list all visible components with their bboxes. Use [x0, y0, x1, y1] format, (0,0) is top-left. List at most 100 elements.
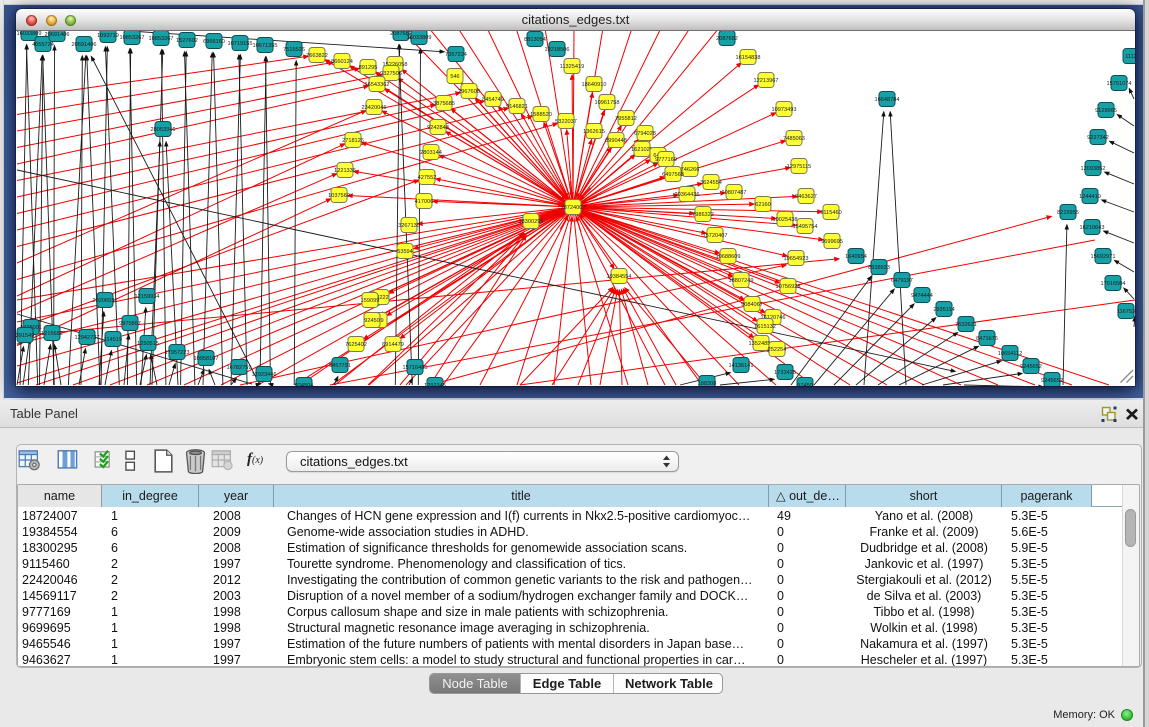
svg-text:9084067: 9084067	[741, 302, 763, 308]
svg-text:1640954: 1640954	[845, 254, 867, 260]
svg-text:8990448: 8990448	[605, 138, 627, 144]
svg-text:15751074: 15751074	[1107, 81, 1132, 87]
svg-text:1244419: 1244419	[1079, 194, 1101, 200]
svg-text:18807249: 18807249	[729, 278, 754, 284]
svg-text:19654923: 19654923	[784, 256, 809, 262]
svg-text:6966160: 6966160	[203, 39, 225, 45]
svg-text:10961758: 10961758	[595, 100, 620, 106]
svg-text:15692971: 15692971	[1091, 254, 1116, 260]
svg-text:1292345: 1292345	[424, 383, 446, 386]
svg-text:391549: 391549	[16, 333, 34, 339]
svg-text:16154838: 16154838	[736, 55, 761, 61]
svg-text:18724007: 18724007	[561, 205, 586, 211]
svg-text:18640910: 18640910	[582, 82, 607, 88]
svg-text:924504: 924504	[295, 383, 314, 386]
svg-text:2803144: 2803144	[420, 150, 442, 156]
svg-text:10853267: 10853267	[120, 35, 145, 41]
svg-text:159099: 159099	[361, 298, 380, 304]
svg-text:9457791: 9457791	[329, 363, 351, 369]
svg-text:9777169: 9777169	[655, 157, 677, 163]
svg-text:12942737: 12942737	[75, 335, 100, 341]
svg-text:12213967: 12213967	[754, 78, 779, 84]
svg-text:9463627: 9463627	[795, 194, 817, 200]
svg-text:9327506: 9327506	[380, 71, 402, 77]
svg-text:53594: 53594	[397, 249, 413, 255]
svg-text:7515526: 7515526	[283, 47, 305, 53]
svg-text:1362615: 1362615	[583, 129, 605, 135]
svg-text:10025438: 10025438	[773, 217, 798, 223]
svg-text:10671355: 10671355	[253, 43, 278, 49]
svg-text:12975115: 12975115	[787, 164, 811, 170]
svg-text:10958107: 10958107	[194, 356, 219, 362]
svg-text:6914479: 6914479	[382, 342, 404, 348]
svg-text:1733426: 1733426	[774, 370, 796, 376]
svg-text:8454749: 8454749	[482, 97, 504, 103]
svg-text:7485063: 7485063	[783, 136, 805, 142]
svg-text:6479197: 6479197	[891, 278, 913, 284]
svg-text:2935114: 2935114	[933, 307, 954, 313]
svg-text:7663822: 7663822	[306, 53, 328, 59]
svg-text:10654112: 10654112	[998, 351, 1022, 357]
svg-text:12923446: 12923446	[252, 372, 277, 378]
svg-text:9474444: 9474444	[911, 293, 933, 299]
svg-text:9245652: 9245652	[1041, 378, 1063, 384]
svg-text:16210643: 16210643	[1080, 225, 1105, 231]
svg-text:5322037: 5322037	[555, 119, 577, 125]
svg-text:16648784: 16648784	[875, 97, 900, 103]
svg-text:10756928: 10756928	[776, 284, 801, 290]
svg-text:2087682: 2087682	[716, 36, 738, 42]
svg-text:1037569: 1037569	[328, 193, 350, 199]
svg-text:427552: 427552	[418, 175, 437, 181]
svg-text:1615132: 1615132	[754, 324, 776, 330]
svg-text:10688609: 10688609	[716, 254, 741, 260]
svg-text:8938923: 8938923	[868, 265, 890, 271]
svg-text:16033809: 16033809	[407, 35, 432, 41]
svg-text:9129965: 9129965	[1095, 108, 1117, 114]
svg-text:16782759: 16782759	[227, 365, 252, 371]
svg-text:97450: 97450	[797, 383, 813, 386]
svg-text:3624554: 3624554	[700, 180, 722, 186]
svg-text:9245652: 9245652	[1020, 364, 1042, 370]
svg-text:6497568: 6497568	[662, 172, 684, 178]
svg-text:9699695: 9699695	[821, 239, 843, 245]
svg-text:92450: 92450	[364, 318, 380, 324]
svg-text:1221336: 1221336	[334, 168, 356, 174]
svg-text:17016504: 17016504	[1101, 281, 1126, 287]
svg-text:9115460: 9115460	[820, 210, 841, 216]
svg-text:7357224: 7357224	[445, 52, 467, 58]
svg-text:1588520: 1588520	[530, 112, 552, 118]
svg-text:17957223: 17957223	[165, 350, 190, 356]
svg-text:14136141: 14136141	[729, 363, 754, 369]
svg-text:20691406: 20691406	[72, 42, 97, 48]
svg-text:10719155: 10719155	[228, 41, 253, 47]
svg-text:891295: 891295	[359, 65, 378, 71]
svg-text:7986322: 7986322	[692, 212, 714, 218]
svg-text:7625402: 7625402	[345, 342, 367, 348]
svg-text:4055724: 4055724	[32, 42, 54, 48]
svg-text:12093852: 12093852	[1081, 166, 1106, 172]
svg-text:8813054: 8813054	[524, 37, 546, 43]
svg-text:20364436: 20364436	[675, 192, 700, 198]
svg-text:28053346: 28053346	[151, 127, 176, 133]
svg-text:114519: 114519	[104, 337, 122, 343]
svg-text:252254: 252254	[768, 347, 787, 353]
svg-text:7955812: 7955812	[615, 116, 637, 122]
svg-text:1527602: 1527602	[176, 38, 198, 44]
svg-text:2967608: 2967608	[458, 89, 480, 95]
svg-text:2718126: 2718126	[342, 138, 364, 144]
svg-text:1112: 1112	[1125, 54, 1135, 60]
svg-text:1250515: 1250515	[137, 341, 159, 347]
svg-text:10973493: 10973493	[772, 107, 797, 113]
svg-text:15716485: 15716485	[403, 365, 428, 371]
svg-text:8471676: 8471676	[976, 336, 998, 342]
svg-text:9146821: 9146821	[506, 104, 528, 110]
svg-text:3875685: 3875685	[433, 101, 455, 107]
svg-text:8215955: 8215955	[1057, 210, 1079, 216]
svg-text:10807487: 10807487	[722, 190, 747, 196]
svg-text:417006: 417006	[415, 199, 434, 205]
svg-text:20691406: 20691406	[45, 32, 70, 38]
svg-text:10853267: 10853267	[149, 36, 174, 42]
svg-text:8660124: 8660124	[331, 59, 353, 65]
svg-text:62160: 62160	[755, 202, 771, 208]
svg-text:116753: 116753	[1117, 309, 1135, 315]
